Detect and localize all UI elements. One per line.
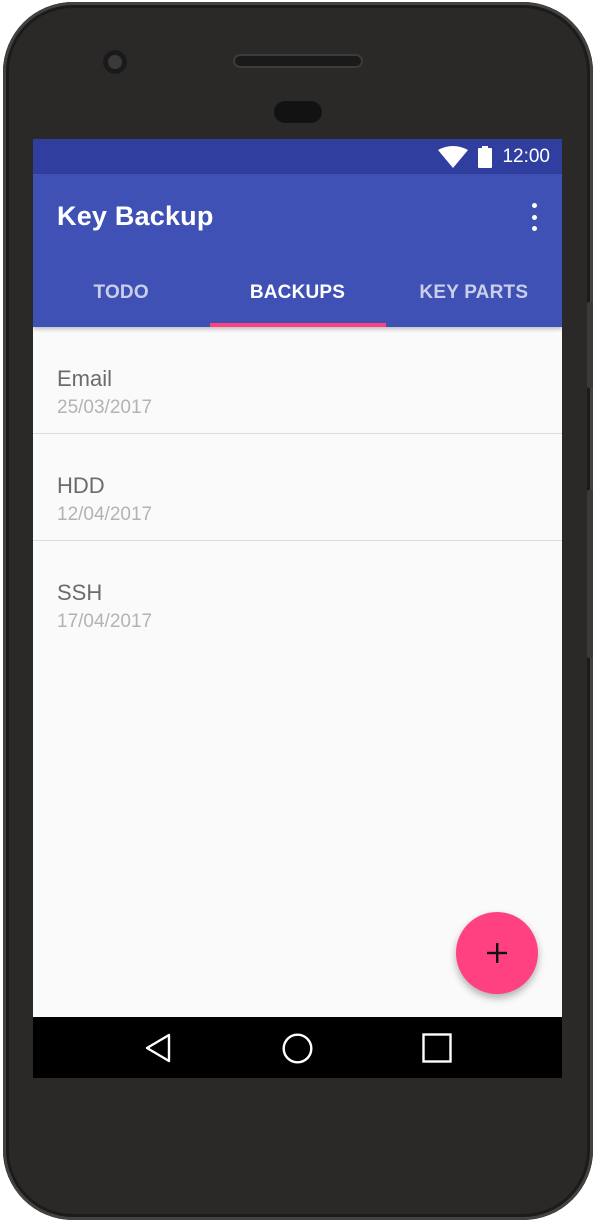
tab-bar: TODO BACKUPS KEY PARTS <box>33 258 562 327</box>
navigation-bar <box>33 1017 562 1078</box>
status-icons: 12:00 <box>438 139 550 174</box>
wifi-icon <box>438 145 469 168</box>
tab-todo[interactable]: TODO <box>33 258 209 327</box>
tab-backups[interactable]: BACKUPS <box>209 258 385 327</box>
list-item[interactable]: SSH 17/04/2017 <box>33 541 562 647</box>
backup-date: 12/04/2017 <box>57 504 153 525</box>
backup-name: SSH <box>57 580 103 605</box>
earpiece-speaker <box>233 54 363 68</box>
backup-list: Email 25/03/2017 HDD 12/04/2017 SSH 17/0… <box>33 327 562 647</box>
volume-button <box>587 490 593 658</box>
back-icon[interactable] <box>144 1033 172 1063</box>
recents-icon[interactable] <box>422 1033 452 1063</box>
proximity-sensor <box>274 101 322 123</box>
add-backup-button[interactable] <box>456 912 538 994</box>
home-icon[interactable] <box>282 1033 313 1064</box>
status-time: 12:00 <box>502 145 550 167</box>
battery-icon <box>478 145 493 168</box>
backup-name: Email <box>57 366 113 391</box>
screen: 12:00 Key Backup TODO BACKUPS KEY PARTS … <box>33 139 562 1078</box>
tab-key-parts[interactable]: KEY PARTS <box>386 258 562 327</box>
backup-date: 25/03/2017 <box>57 397 153 418</box>
backup-name: HDD <box>57 473 105 498</box>
add-icon <box>487 943 507 963</box>
app-bar: Key Backup TODO BACKUPS KEY PARTS <box>33 174 562 327</box>
front-camera <box>103 50 127 74</box>
app-title: Key Backup <box>57 201 214 231</box>
power-button <box>587 302 593 388</box>
list-item[interactable]: HDD 12/04/2017 <box>33 434 562 541</box>
status-bar: 12:00 <box>33 139 562 174</box>
backup-date: 17/04/2017 <box>57 611 153 632</box>
more-vert-icon[interactable] <box>528 203 540 231</box>
list-item[interactable]: Email 25/03/2017 <box>33 327 562 434</box>
